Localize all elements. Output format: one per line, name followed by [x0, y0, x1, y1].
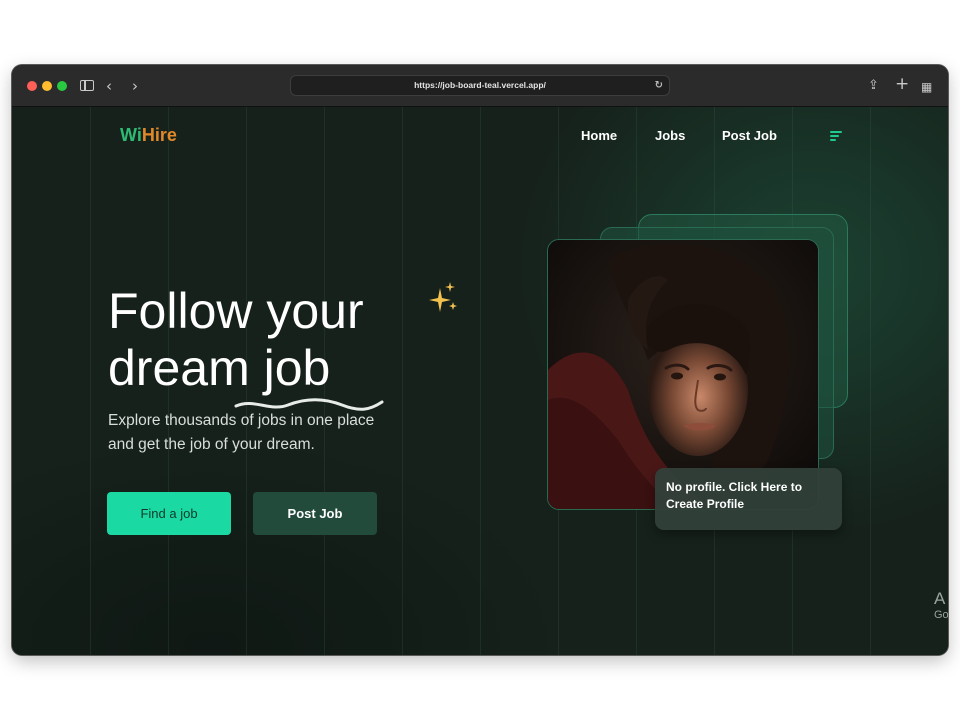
create-profile-card[interactable]: No profile. Click Here to Create Profile: [655, 468, 842, 530]
url-text: https://job-board-teal.vercel.app/: [414, 80, 546, 90]
sidebar-icon[interactable]: [80, 80, 94, 91]
find-job-button[interactable]: Find a job: [107, 492, 231, 535]
page-viewport: WiHire Home Jobs Post Job Follow your dr…: [12, 107, 948, 655]
new-tab-icon[interactable]: +: [895, 75, 909, 93]
hero-subtitle: Explore thousands of jobs in one place a…: [108, 412, 375, 453]
share-icon[interactable]: ⇪: [868, 77, 879, 95]
create-profile-text: No profile. Click Here to Create Profile: [666, 480, 803, 511]
activation-watermark: A Go: [934, 589, 948, 622]
nav-home-link[interactable]: Home: [581, 128, 617, 143]
hero-title-line2: dream job: [108, 340, 331, 396]
menu-icon[interactable]: [830, 131, 842, 141]
post-job-button[interactable]: Post Job: [253, 492, 377, 535]
grid-line: [480, 107, 481, 655]
minimize-window-button[interactable]: [42, 81, 52, 91]
browser-toolbar: ‹ › https://job-board-teal.vercel.app/ ↻…: [12, 65, 948, 107]
address-bar[interactable]: https://job-board-teal.vercel.app/ ↻: [290, 75, 670, 96]
browser-window: ‹ › https://job-board-teal.vercel.app/ ↻…: [12, 65, 948, 655]
nav-post-job-link[interactable]: Post Job: [722, 128, 777, 143]
zoom-window-button[interactable]: [57, 81, 67, 91]
hero-title-line1: Follow your: [108, 283, 364, 339]
watermark-line2: Go: [934, 609, 948, 621]
reload-icon[interactable]: ↻: [655, 76, 663, 95]
sparkle-icon: [429, 282, 457, 312]
close-window-button[interactable]: [27, 81, 37, 91]
grid-line: [870, 107, 871, 655]
watermark-line1: A: [934, 589, 946, 608]
back-icon[interactable]: ‹: [106, 77, 112, 95]
grid-line: [90, 107, 91, 655]
site-logo[interactable]: WiHire: [120, 125, 177, 146]
nav-jobs-link[interactable]: Jobs: [655, 128, 685, 143]
logo-wi-text: Wi: [120, 125, 142, 145]
tab-overview-icon[interactable]: ▦: [921, 78, 932, 96]
hero-title: Follow your dream job: [108, 283, 438, 397]
forward-icon[interactable]: ›: [132, 77, 138, 95]
logo-hire-text: Hire: [141, 125, 177, 145]
